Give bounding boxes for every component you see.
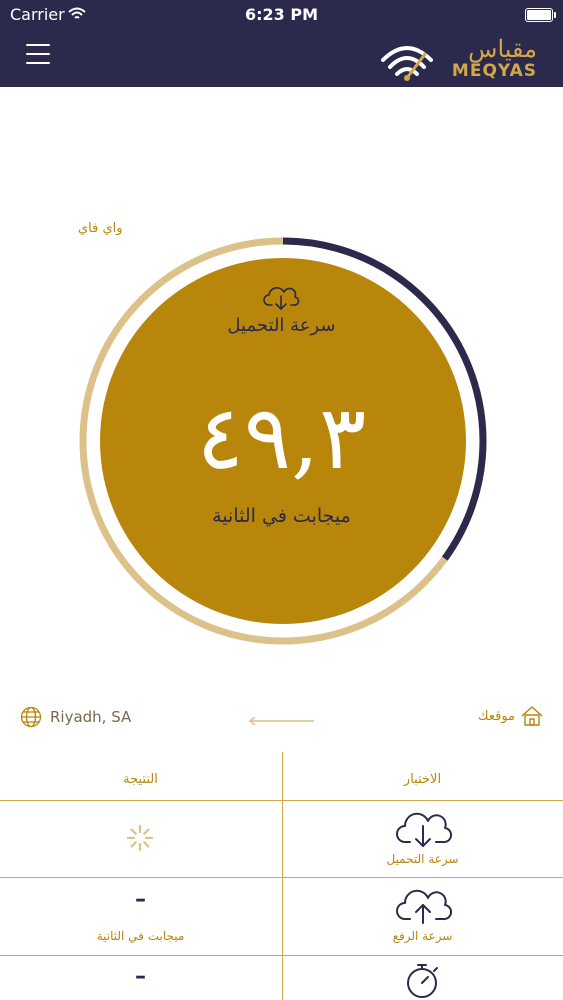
cloud-download-icon (396, 812, 453, 847)
battery-icon (525, 8, 556, 22)
gauge-test-label: سرعة التحميل (227, 315, 336, 336)
arrow-left-icon (248, 717, 314, 725)
row-divider (0, 800, 563, 801)
upload-test-label: سرعة الرفع (392, 929, 453, 943)
home-icon (521, 706, 543, 726)
globe-icon (20, 706, 42, 728)
row-divider (0, 955, 563, 956)
loading-spinner-icon (126, 824, 154, 852)
row-divider (0, 877, 563, 878)
result-column-header: النتيجة (123, 772, 158, 787)
clock-time: 6:23 PM (244, 5, 318, 24)
my-location-label: موقعك (477, 708, 515, 724)
stopwatch-icon (407, 964, 438, 998)
upload-result-unit: ميجابت في الثانية (96, 929, 185, 943)
speed-value: ٤٩,٣ (196, 386, 367, 489)
nav-bar: مقياس MEQYAS (0, 30, 563, 87)
logo-arabic-text: مقياس (468, 35, 537, 63)
connection-type-label: واي فاي (78, 221, 123, 236)
logo-english-text: MEQYAS (451, 61, 537, 81)
location-row: Riyadh, SA موقعك (0, 700, 563, 736)
cloud-upload-icon (396, 889, 453, 924)
server-location-label: Riyadh, SA (50, 708, 132, 726)
speedometer-wifi-icon (381, 46, 433, 81)
app-logo: مقياس MEQYAS (377, 36, 537, 82)
download-icon (263, 287, 300, 310)
test-column-header: الاختبار (403, 772, 442, 787)
ping-result-value: – (135, 964, 146, 989)
hamburger-menu-icon[interactable] (26, 44, 50, 66)
results-table: النتيجة الاختبار سرعة التحميل سرعة الرفع (0, 752, 563, 1000)
speed-unit-label: ميجابت في الثانية (212, 505, 351, 527)
upload-result-value: – (135, 887, 146, 912)
download-test-label: سرعة التحميل (386, 852, 459, 866)
status-bar: Carrier 6:23 PM (0, 0, 563, 30)
